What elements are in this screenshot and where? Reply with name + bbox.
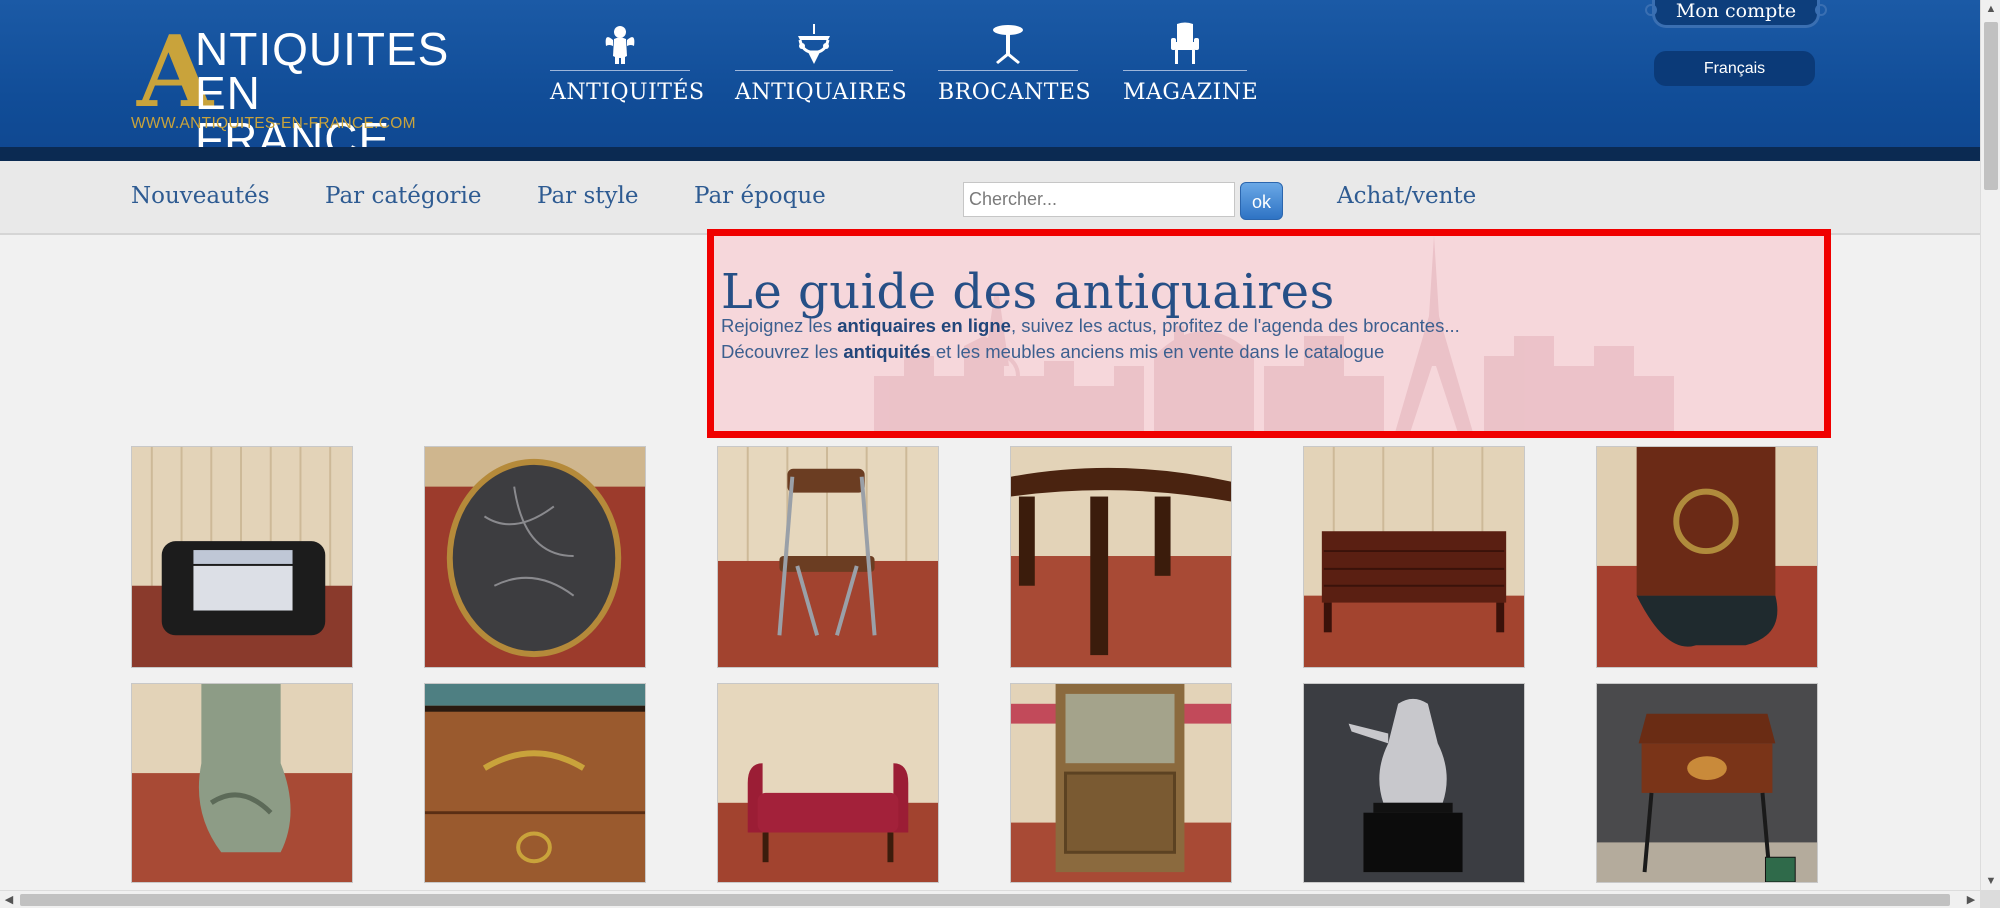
account-button[interactable]: Mon compte: [1645, 0, 1827, 28]
product-photo-chest-of-drawers: [1304, 447, 1524, 667]
vertical-scroll-thumb[interactable]: [1984, 22, 1998, 190]
scroll-left-icon[interactable]: ◀: [0, 891, 18, 908]
product-thumbnail[interactable]: [717, 683, 939, 883]
product-thumbnail[interactable]: [1596, 683, 1818, 883]
product-thumbnail[interactable]: [424, 683, 646, 883]
product-photo-folding-chair: [718, 447, 938, 667]
site-logo[interactable]: A NTIQUITES EN FRANCE WWW.ANTIQUITES-EN-…: [131, 24, 448, 163]
nav-item-brocantes[interactable]: BROCANTES: [938, 22, 1092, 112]
product-thumbnail[interactable]: [424, 446, 646, 668]
armchair-icon: [1171, 22, 1199, 64]
nav-divider: [1123, 70, 1247, 71]
nav-item-antiquaires[interactable]: ANTIQUAIRES: [735, 22, 908, 112]
product-photo-display-cabinet: [1011, 684, 1231, 882]
product-photo-commode: [425, 684, 645, 882]
header-bottom-strip: [0, 147, 1980, 161]
nav-divider: [550, 70, 690, 71]
product-thumbnail[interactable]: [131, 683, 353, 883]
product-thumbnail[interactable]: [1010, 683, 1232, 883]
hero-link-antiquites[interactable]: antiquités: [843, 341, 930, 362]
scroll-up-icon[interactable]: ▲: [1981, 0, 2000, 18]
hero-line-1: Rejoignez les antiquaires en ligne, suiv…: [721, 315, 1460, 337]
product-thumbnail[interactable]: [131, 446, 353, 668]
product-thumbnail[interactable]: [1010, 446, 1232, 668]
hero-text: et les meubles anciens mis en vente dans…: [930, 341, 1385, 362]
subnav-link-style[interactable]: Par style: [537, 183, 638, 209]
cherub-icon: [605, 26, 635, 64]
logo-url: WWW.ANTIQUITES-EN-FRANCE.COM: [131, 115, 416, 132]
nav-divider: [735, 70, 893, 71]
chandelier-icon: [798, 24, 830, 64]
product-thumbnail[interactable]: [1303, 446, 1525, 668]
scrollbar-corner: [1980, 890, 2000, 908]
product-photo-clock-foot: [1597, 447, 1817, 667]
search-input[interactable]: [963, 182, 1235, 217]
nav-item-magazine[interactable]: MAGAZINE: [1123, 22, 1259, 112]
product-thumbnail[interactable]: [717, 446, 939, 668]
product-photo-console-leg: [132, 684, 352, 882]
pedestal-table-icon: [993, 25, 1023, 64]
nav-label: ANTIQUAIRES: [735, 80, 908, 105]
subnav-link-epoque[interactable]: Par époque: [694, 183, 826, 209]
hero-text: Rejoignez les: [721, 315, 838, 336]
product-photo-marquetry-table: [1597, 684, 1817, 882]
horizontal-scroll-thumb[interactable]: [20, 894, 1950, 906]
product-photo-round-table: [1011, 447, 1231, 667]
hero-line-2: Découvrez les antiquités et les meubles …: [721, 341, 1384, 363]
secondary-nav: Nouveautés Par catégorie Par style Par é…: [0, 161, 1980, 235]
hero-text: , suivez les actus, profitez de l'agenda…: [1010, 315, 1460, 336]
search-ok-button[interactable]: ok: [1240, 182, 1283, 220]
hero-banner: Le guide des antiquaires Rejoignez les a…: [707, 229, 1831, 438]
scroll-right-icon[interactable]: ▶: [1962, 891, 1980, 908]
subnav-link-categorie[interactable]: Par catégorie: [325, 183, 481, 209]
nav-divider: [938, 70, 1078, 71]
nav-item-antiquites[interactable]: ANTIQUITÉS: [550, 22, 705, 112]
product-photo-dog-bed: [132, 447, 352, 667]
hero-link-antiquaires[interactable]: antiquaires en ligne: [837, 315, 1011, 336]
scroll-down-icon[interactable]: ▼: [1981, 872, 2000, 890]
site-header: A NTIQUITES EN FRANCE WWW.ANTIQUITES-EN-…: [0, 0, 1980, 163]
hero-text: Découvrez les: [721, 341, 844, 362]
product-photo-silver-sculpture: [1304, 684, 1524, 882]
horizontal-scrollbar[interactable]: ◀ ▶: [0, 890, 1980, 908]
product-thumbnail[interactable]: [1303, 683, 1525, 883]
subnav-link-nouveautes[interactable]: Nouveautés: [131, 183, 270, 209]
subnav-link-achat-vente[interactable]: Achat/vente: [1337, 183, 1476, 209]
logo-line-1: NTIQUITES: [195, 23, 450, 75]
language-selector[interactable]: Français: [1654, 51, 1815, 86]
product-photo-window-seat: [718, 684, 938, 882]
hero-title: Le guide des antiquaires: [721, 264, 1335, 320]
nav-label: MAGAZINE: [1123, 80, 1259, 105]
vertical-scrollbar[interactable]: ▲ ▼: [1980, 0, 2000, 890]
product-photo-marble-table: [425, 447, 645, 667]
product-thumbnail[interactable]: [1596, 446, 1818, 668]
nav-label: ANTIQUITÉS: [550, 80, 705, 105]
nav-label: BROCANTES: [938, 80, 1092, 105]
